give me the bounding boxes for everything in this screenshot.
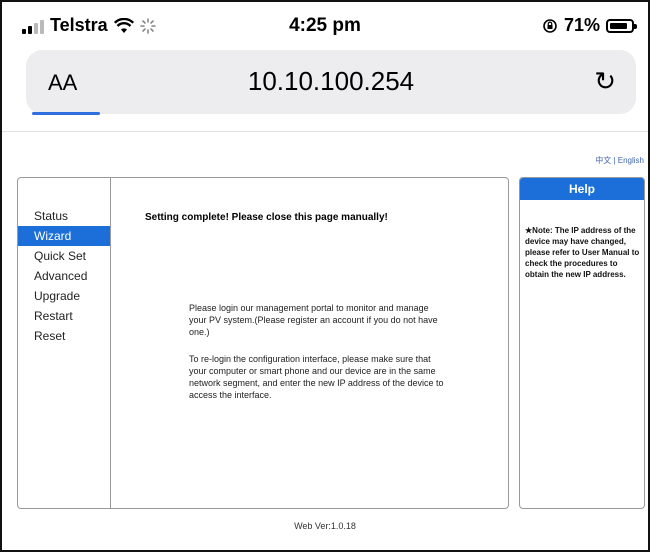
nav-item-upgrade[interactable]: Upgrade bbox=[18, 286, 110, 306]
nav-item-status[interactable]: Status bbox=[18, 206, 110, 226]
reload-icon[interactable]: ↻ bbox=[594, 66, 616, 97]
content-area: Setting complete! Please close this page… bbox=[111, 178, 508, 508]
nav-item-restart[interactable]: Restart bbox=[18, 306, 110, 326]
url-text[interactable]: 10.10.100.254 bbox=[26, 66, 636, 97]
help-panel: Help ★Note: The IP address of the device… bbox=[519, 177, 645, 509]
orientation-lock-icon bbox=[543, 18, 557, 33]
nav-item-advanced[interactable]: Advanced bbox=[18, 266, 110, 286]
relogin-instructions: To re-login the configuration interface,… bbox=[189, 354, 444, 400]
battery-icon bbox=[606, 18, 637, 33]
language-switch: 中文 | English bbox=[595, 155, 644, 166]
lang-chinese-link[interactable]: 中文 bbox=[595, 156, 611, 165]
address-bar[interactable]: AA 10.10.100.254 ↻ bbox=[26, 50, 636, 114]
main-panel: Status Wizard Quick Set Advanced Upgrade… bbox=[17, 177, 509, 509]
nav-item-wizard[interactable]: Wizard bbox=[18, 226, 110, 246]
portal-instructions: Please login our management portal to mo… bbox=[189, 303, 438, 337]
sidebar-nav: Status Wizard Quick Set Advanced Upgrade… bbox=[18, 178, 111, 508]
lang-english-link[interactable]: English bbox=[618, 156, 644, 165]
help-title: Help bbox=[520, 178, 644, 200]
status-bar: Telstra 4:25 pm 71% bbox=[2, 2, 648, 48]
web-version: Web Ver:1.0.18 bbox=[294, 521, 356, 531]
phone-screen: Telstra 4:25 pm 71% AA 10.10.100.254 ↻ 中… bbox=[0, 0, 650, 552]
load-progress-bar bbox=[32, 112, 100, 115]
completion-message: Setting complete! Please close this page… bbox=[145, 212, 388, 223]
battery-percent: 71% bbox=[563, 15, 600, 35]
page-divider bbox=[2, 131, 648, 132]
nav-item-quick-set[interactable]: Quick Set bbox=[18, 246, 110, 266]
nav-item-reset[interactable]: Reset bbox=[18, 326, 110, 346]
nav-list: Status Wizard Quick Set Advanced Upgrade… bbox=[18, 206, 110, 346]
help-note: ★Note: The IP address of the device may … bbox=[525, 226, 640, 279]
status-right: 71% bbox=[542, 15, 637, 36]
